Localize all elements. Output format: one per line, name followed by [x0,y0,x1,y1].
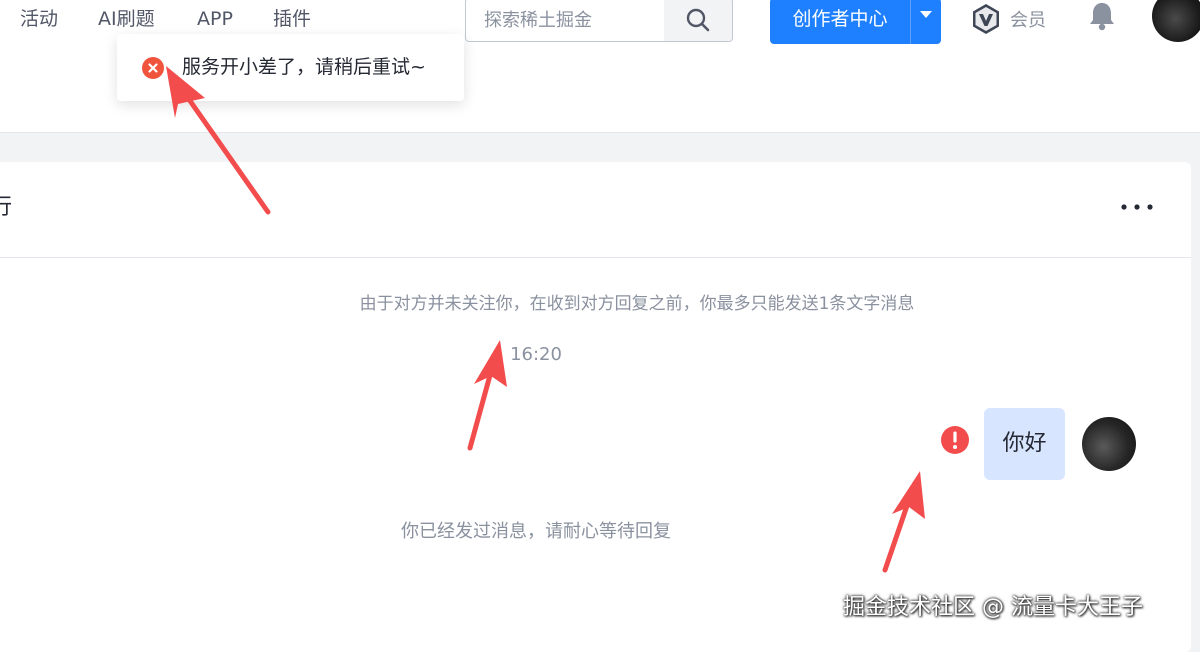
search-box [465,0,733,42]
search-icon [686,8,710,32]
creator-dropdown-button[interactable] [910,0,941,44]
nav-item-plugin[interactable]: 插件 [273,6,311,32]
user-avatar[interactable] [1152,0,1200,42]
wait-reply-notice: 你已经发过消息，请耐心等待回复 [401,521,671,542]
send-failed-icon[interactable] [940,425,970,455]
follow-limit-notice: 由于对方并未关注你，在收到对方回复之前，你最多只能发送1条文字消息 [359,294,915,314]
watermark: 掘金技术社区 @ 流量卡大王子 [843,595,1143,620]
nav-item-app[interactable]: APP [197,6,233,32]
sender-avatar[interactable] [1082,417,1136,471]
vip-badge-icon [973,4,999,34]
message-bubble: 你好 [984,408,1065,480]
message-timestamp: 16:20 [510,344,562,365]
search-button[interactable] [664,0,732,41]
vip-entry[interactable]: 会员 [970,0,1046,38]
search-input[interactable] [466,0,665,41]
caret-down-icon [920,11,932,18]
creator-center-button[interactable]: 创作者中心 [770,0,910,44]
error-toast: 服务开小差了，请稍后重试~ [117,34,464,101]
notification-button[interactable] [1087,0,1117,36]
nav-item-ai-practice[interactable]: AI刷题 [98,6,155,32]
bell-icon [1090,3,1114,31]
chat-header: 行 [0,162,1191,258]
chat-title: 行 [0,195,13,220]
more-options-icon[interactable] [1117,200,1157,214]
chat-panel: 行 由于对方并未关注你，在收到对方回复之前，你最多只能发送1条文字消息 16:2… [0,162,1191,652]
creator-center-group: 创作者中心 [770,0,941,44]
nav-item-activity[interactable]: 活动 [20,6,58,32]
error-circle-icon [142,57,164,79]
toast-message: 服务开小差了，请稍后重试~ [182,56,426,78]
vip-label: 会员 [1010,10,1046,31]
